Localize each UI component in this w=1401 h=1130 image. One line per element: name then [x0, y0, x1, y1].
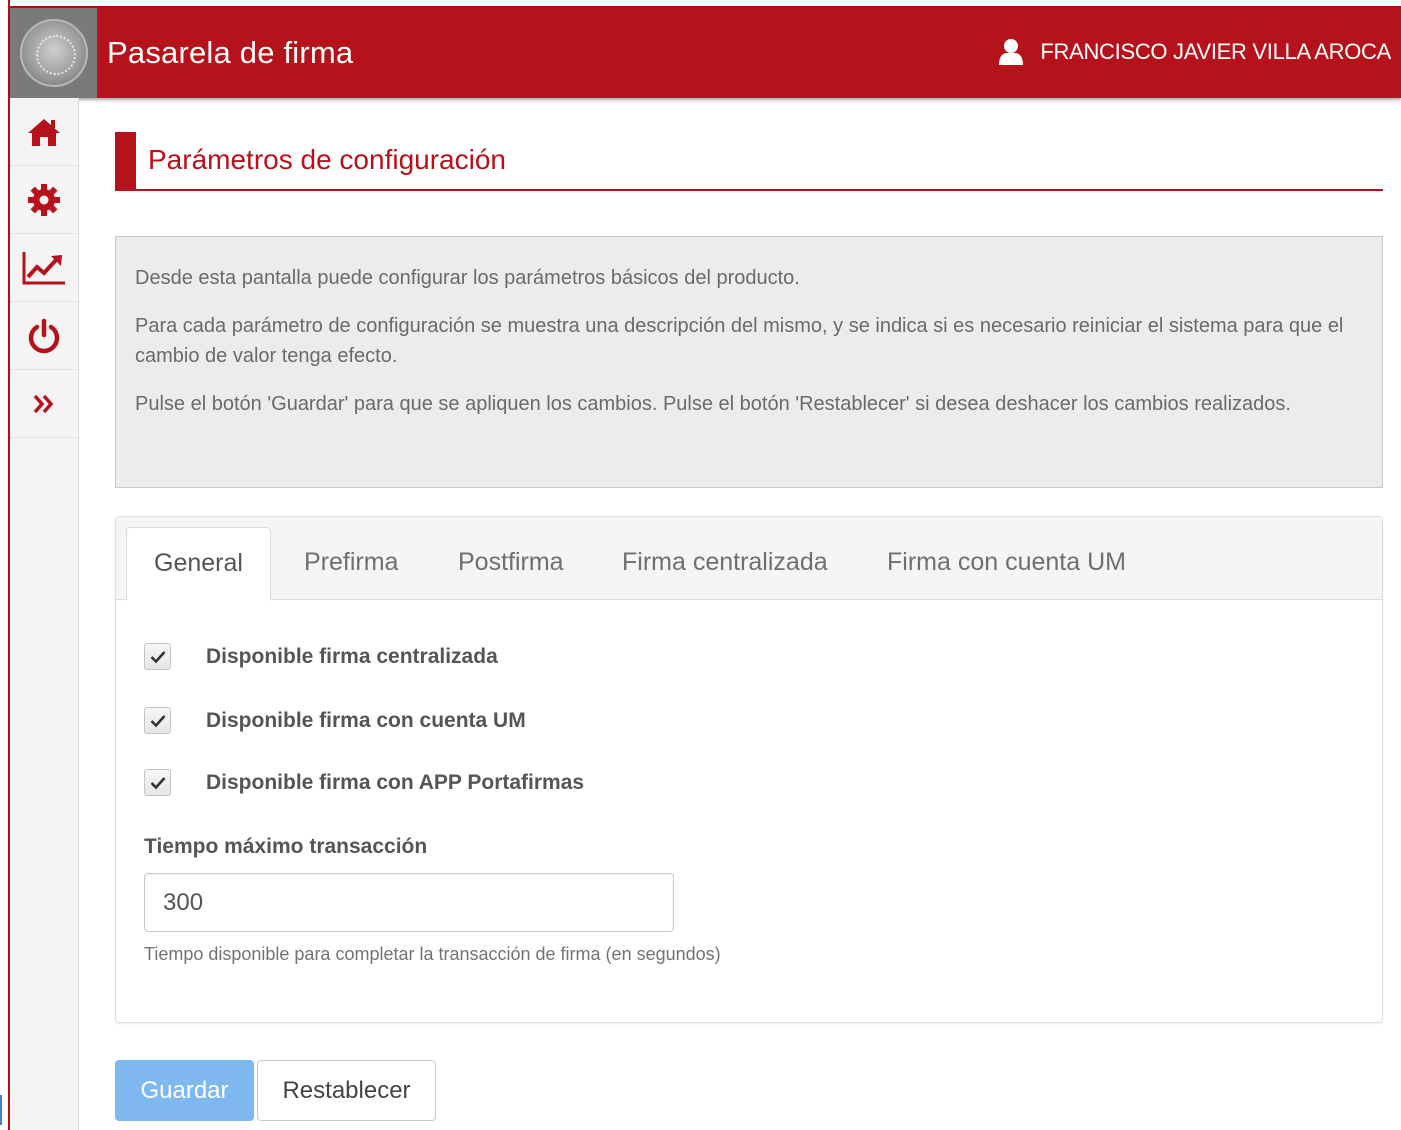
reset-button[interactable]: Restablecer: [257, 1060, 436, 1121]
info-paragraph: Para cada parámetro de configuración se …: [135, 315, 1344, 367]
sidebar-item-statistics[interactable]: [10, 234, 78, 302]
info-paragraph: Desde esta pantalla puede configurar los…: [135, 267, 800, 289]
gear-icon: [28, 183, 60, 216]
user-name: FRANCISCO JAVIER VILLA AROCA: [1040, 39, 1391, 64]
info-paragraph: Pulse el botón 'Guardar' para que se apl…: [135, 393, 1291, 415]
checkmark-icon: [150, 714, 165, 727]
user-icon: [999, 39, 1024, 65]
sidebar-item-logout[interactable]: [10, 302, 78, 370]
tab-bar: General Prefirma Postfirma Firma central…: [116, 517, 1382, 601]
checkmark-icon: [150, 776, 165, 789]
sidebar-item-home[interactable]: [10, 98, 78, 166]
title-accent-bar: [115, 132, 136, 190]
double-chevron-right-icon: [33, 394, 54, 413]
sidebar: [10, 98, 79, 1130]
checkbox-firma-centralizada[interactable]: [144, 643, 171, 670]
timeout-help-text: Tiempo disponible para completar la tran…: [144, 944, 721, 964]
tab-prefirma[interactable]: Prefirma: [304, 527, 398, 601]
page-header: Parámetros de configuración: [115, 132, 1383, 191]
option-label: Disponible firma centralizada: [206, 644, 498, 668]
chart-line-icon: [22, 251, 65, 284]
tab-firma-cuenta-um[interactable]: Firma con cuenta UM: [887, 527, 1126, 601]
sidebar-item-expand[interactable]: [10, 370, 78, 438]
save-button[interactable]: Guardar: [115, 1060, 254, 1121]
timeout-input[interactable]: [144, 873, 674, 932]
option-firma-app-portafirmas: Disponible firma con APP Portafirmas: [144, 769, 584, 796]
user-menu[interactable]: FRANCISCO JAVIER VILLA AROCA: [998, 38, 1391, 66]
tab-postfirma[interactable]: Postfirma: [458, 527, 564, 601]
window-edge-fragment: [0, 1095, 6, 1125]
option-label: Disponible firma con APP Portafirmas: [206, 770, 585, 794]
power-icon: [28, 318, 60, 353]
info-box: Desde esta pantalla puede configurar los…: [115, 236, 1383, 488]
option-firma-centralizada: Disponible firma centralizada: [144, 643, 498, 670]
config-tabs-panel: General Prefirma Postfirma Firma central…: [115, 516, 1383, 1023]
home-icon: [28, 118, 60, 146]
tab-general[interactable]: General: [126, 527, 271, 601]
logo[interactable]: [10, 8, 97, 98]
timeout-label: Tiempo máximo transacción: [144, 835, 428, 858]
checkmark-icon: [150, 650, 165, 663]
university-seal-icon: [19, 19, 88, 87]
tab-firma-centralizada[interactable]: Firma centralizada: [622, 527, 828, 601]
sidebar-item-settings[interactable]: [10, 166, 78, 234]
option-firma-cuenta-um: Disponible firma con cuenta UM: [144, 707, 526, 734]
app-title[interactable]: Pasarela de firma: [107, 35, 353, 71]
checkbox-firma-cuenta-um[interactable]: [144, 707, 171, 734]
page-title: Parámetros de configuración: [148, 144, 506, 175]
checkbox-firma-app-portafirmas[interactable]: [144, 769, 171, 796]
top-navbar: Pasarela de firma FRANCISCO JAVIER VILLA…: [10, 8, 1401, 98]
option-label: Disponible firma con cuenta UM: [206, 708, 526, 732]
